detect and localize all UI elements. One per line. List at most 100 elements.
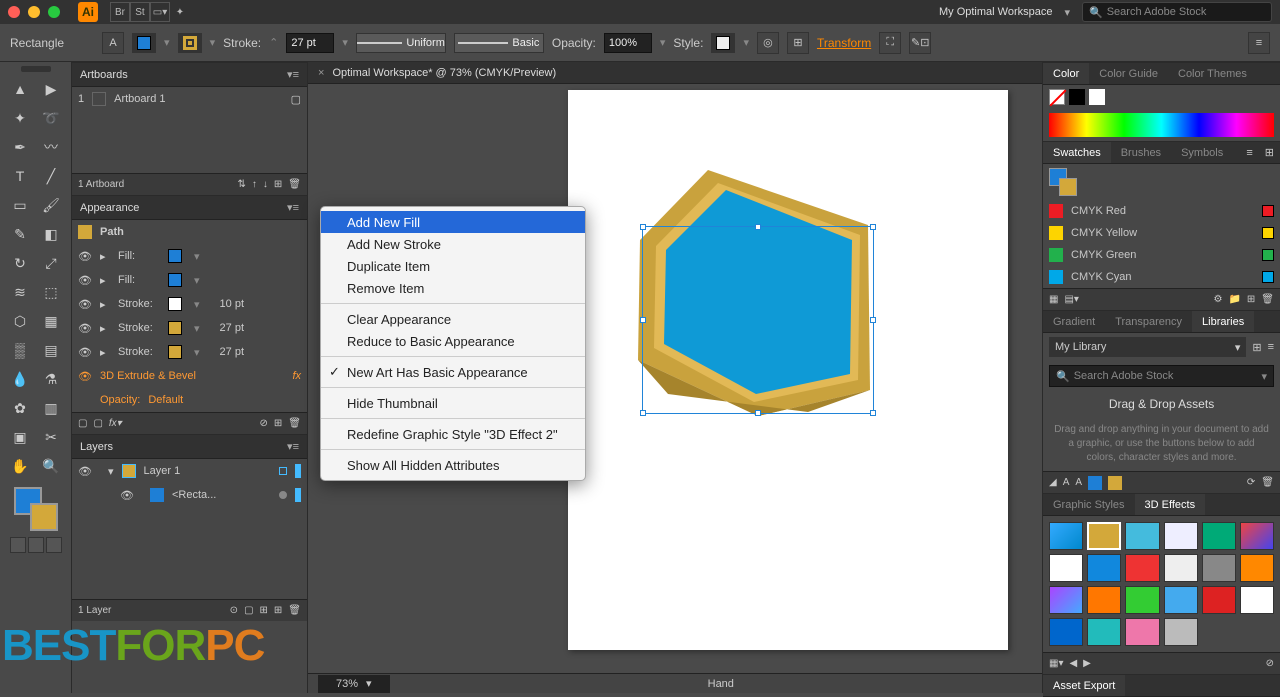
swatch-row[interactable]: CMYK Green bbox=[1043, 244, 1280, 266]
tab-color-themes[interactable]: Color Themes bbox=[1168, 63, 1257, 84]
paintbrush-tool[interactable]: 🖌 bbox=[37, 192, 65, 218]
edit-icon[interactable]: ✎⊡ bbox=[909, 32, 931, 54]
swatch-row[interactable]: CMYK Cyan bbox=[1043, 266, 1280, 288]
shape-builder-tool[interactable]: ⬡ bbox=[6, 308, 34, 334]
resize-handle-icon[interactable] bbox=[640, 224, 646, 230]
direct-selection-tool[interactable]: ▶ bbox=[37, 76, 65, 102]
lasso-tool[interactable]: ➰ bbox=[37, 105, 65, 131]
list-view-icon[interactable]: ≡ bbox=[1240, 147, 1258, 159]
fill-swatch[interactable] bbox=[132, 33, 156, 53]
black-swatch-icon[interactable] bbox=[1069, 89, 1085, 105]
add-effect-icon[interactable]: fx▾ bbox=[109, 418, 122, 429]
control-menu-icon[interactable]: ≡ bbox=[1248, 32, 1270, 54]
new-swatch-icon[interactable]: ⊞ bbox=[1247, 294, 1255, 305]
styles-lib-icon[interactable]: ▦▾ bbox=[1049, 658, 1063, 669]
style-thumb[interactable] bbox=[1049, 522, 1083, 550]
shaper-tool[interactable]: ✎ bbox=[6, 221, 34, 247]
scroll-right-icon[interactable]: ▶ bbox=[1083, 658, 1091, 669]
grid-view-icon[interactable]: ⊞ bbox=[1259, 146, 1280, 159]
color-mode-icon[interactable] bbox=[10, 537, 26, 553]
artboard-options-icon[interactable]: ▢ bbox=[291, 93, 301, 106]
free-transform-tool[interactable]: ⬚ bbox=[37, 279, 65, 305]
appearance-row[interactable]: 👁▸Stroke:▾10 pt bbox=[72, 292, 307, 316]
add-fill-icon[interactable] bbox=[1088, 476, 1102, 490]
line-tool[interactable]: ╱ bbox=[37, 163, 65, 189]
tab-brushes[interactable]: Brushes bbox=[1111, 142, 1171, 163]
none-mode-icon[interactable] bbox=[46, 537, 62, 553]
zoom-window-icon[interactable] bbox=[48, 6, 60, 18]
appearance-row[interactable]: 👁▸Fill:▾ bbox=[72, 244, 307, 268]
zoom-level[interactable]: 73%▾ bbox=[318, 675, 390, 693]
delete-artboard-icon[interactable]: 🗑 bbox=[288, 179, 301, 190]
tab-symbols[interactable]: Symbols bbox=[1171, 142, 1233, 163]
resize-handle-icon[interactable] bbox=[640, 317, 646, 323]
style-thumb[interactable] bbox=[1125, 554, 1159, 582]
workspace-dropdown-icon[interactable]: ▾ bbox=[1064, 6, 1070, 19]
appearance-path-row[interactable]: Path bbox=[72, 220, 307, 244]
recolor-icon[interactable]: ◎ bbox=[757, 32, 779, 54]
resize-handle-icon[interactable] bbox=[755, 410, 761, 416]
new-group-icon[interactable]: 📁 bbox=[1228, 294, 1240, 305]
style-thumb[interactable] bbox=[1240, 522, 1274, 550]
new-artboard-icon[interactable]: ⊞ bbox=[274, 179, 282, 190]
appearance-row[interactable]: 👁▸Stroke:▾27 pt bbox=[72, 316, 307, 340]
selection-tool[interactable]: ▲ bbox=[6, 76, 34, 102]
workspace-name[interactable]: My Optimal Workspace bbox=[939, 6, 1053, 18]
tab-gradient[interactable]: Gradient bbox=[1043, 311, 1105, 332]
new-stroke-icon[interactable]: ▢ bbox=[93, 418, 102, 429]
clear-icon[interactable]: ⊘ bbox=[260, 418, 268, 429]
blend-tool[interactable]: ⚗ bbox=[37, 366, 65, 392]
none-swatch-icon[interactable] bbox=[1049, 89, 1065, 105]
artboard-canvas[interactable] bbox=[568, 90, 1008, 650]
text-align-icon[interactable]: A bbox=[102, 32, 124, 54]
resize-handle-icon[interactable] bbox=[640, 410, 646, 416]
close-window-icon[interactable] bbox=[8, 6, 20, 18]
tab-transparency[interactable]: Transparency bbox=[1105, 311, 1192, 332]
type-tool[interactable]: T bbox=[6, 163, 34, 189]
menu-show-hidden[interactable]: Show All Hidden Attributes bbox=[321, 454, 585, 476]
move-down-icon[interactable]: ↓ bbox=[263, 179, 268, 190]
locate-icon[interactable]: ⊙ bbox=[230, 605, 238, 616]
resize-handle-icon[interactable] bbox=[755, 224, 761, 230]
gradient-tool[interactable]: ▤ bbox=[37, 337, 65, 363]
swatch-options-icon[interactable]: ⚙ bbox=[1213, 294, 1222, 305]
menu-clear-appearance[interactable]: Clear Appearance bbox=[321, 308, 585, 330]
lib-delete-icon[interactable]: 🗑 bbox=[1261, 477, 1274, 488]
tab-libraries[interactable]: Libraries bbox=[1192, 311, 1254, 332]
swatch-lib-icon[interactable]: ▦ bbox=[1049, 294, 1058, 305]
tab-3d-effects[interactable]: 3D Effects bbox=[1135, 494, 1206, 515]
appearance-opacity-row[interactable]: Opacity:Default bbox=[72, 388, 307, 412]
delete-layer-icon[interactable]: 🗑 bbox=[288, 605, 301, 616]
menu-add-stroke[interactable]: Add New Stroke bbox=[321, 233, 585, 255]
arrange-icon[interactable]: ▭▾ bbox=[150, 2, 170, 22]
tab-color[interactable]: Color bbox=[1043, 63, 1089, 84]
artboard-tool[interactable]: ▣ bbox=[6, 424, 34, 450]
lib-grid-icon[interactable]: ⊞ bbox=[1252, 341, 1261, 354]
style-thumb[interactable] bbox=[1049, 618, 1083, 646]
style-thumb[interactable] bbox=[1087, 522, 1121, 550]
new-sublayer-icon[interactable]: ⊞ bbox=[260, 605, 268, 616]
style-thumb[interactable] bbox=[1125, 522, 1159, 550]
add-text-icon[interactable]: A bbox=[1063, 477, 1070, 488]
menu-hide-thumbnail[interactable]: Hide Thumbnail bbox=[321, 392, 585, 414]
tab-graphic-styles[interactable]: Graphic Styles bbox=[1043, 494, 1135, 515]
align-icon[interactable]: ⊞ bbox=[787, 32, 809, 54]
graph-tool[interactable]: ▥ bbox=[37, 395, 65, 421]
scroll-left-icon[interactable]: ◀ bbox=[1069, 658, 1077, 669]
eyedropper-tool[interactable]: 💧 bbox=[6, 366, 34, 392]
swatch-kind-icon[interactable]: ▤▾ bbox=[1064, 294, 1078, 305]
width-tool[interactable]: ≋ bbox=[6, 279, 34, 305]
style-thumb[interactable] bbox=[1240, 586, 1274, 614]
menu-redefine-style[interactable]: Redefine Graphic Style "3D Effect 2" bbox=[321, 423, 585, 445]
appearance-effect-row[interactable]: 👁3D Extrude & Bevelfx bbox=[72, 364, 307, 388]
layer-item-row[interactable]: 👁<Recta... bbox=[72, 483, 307, 507]
swatch-row[interactable]: CMYK Yellow bbox=[1043, 222, 1280, 244]
new-layer-icon[interactable]: ⊞ bbox=[274, 605, 282, 616]
layer-row[interactable]: 👁▾Layer 1 bbox=[72, 459, 307, 483]
move-up-icon[interactable]: ↑ bbox=[252, 179, 257, 190]
target-icon[interactable] bbox=[279, 491, 287, 499]
perspective-tool[interactable]: ▦ bbox=[37, 308, 65, 334]
gradient-mode-icon[interactable] bbox=[28, 537, 44, 553]
menu-new-art-basic[interactable]: ✓New Art Has Basic Appearance bbox=[321, 361, 585, 383]
tools-grip-icon[interactable] bbox=[21, 66, 51, 72]
